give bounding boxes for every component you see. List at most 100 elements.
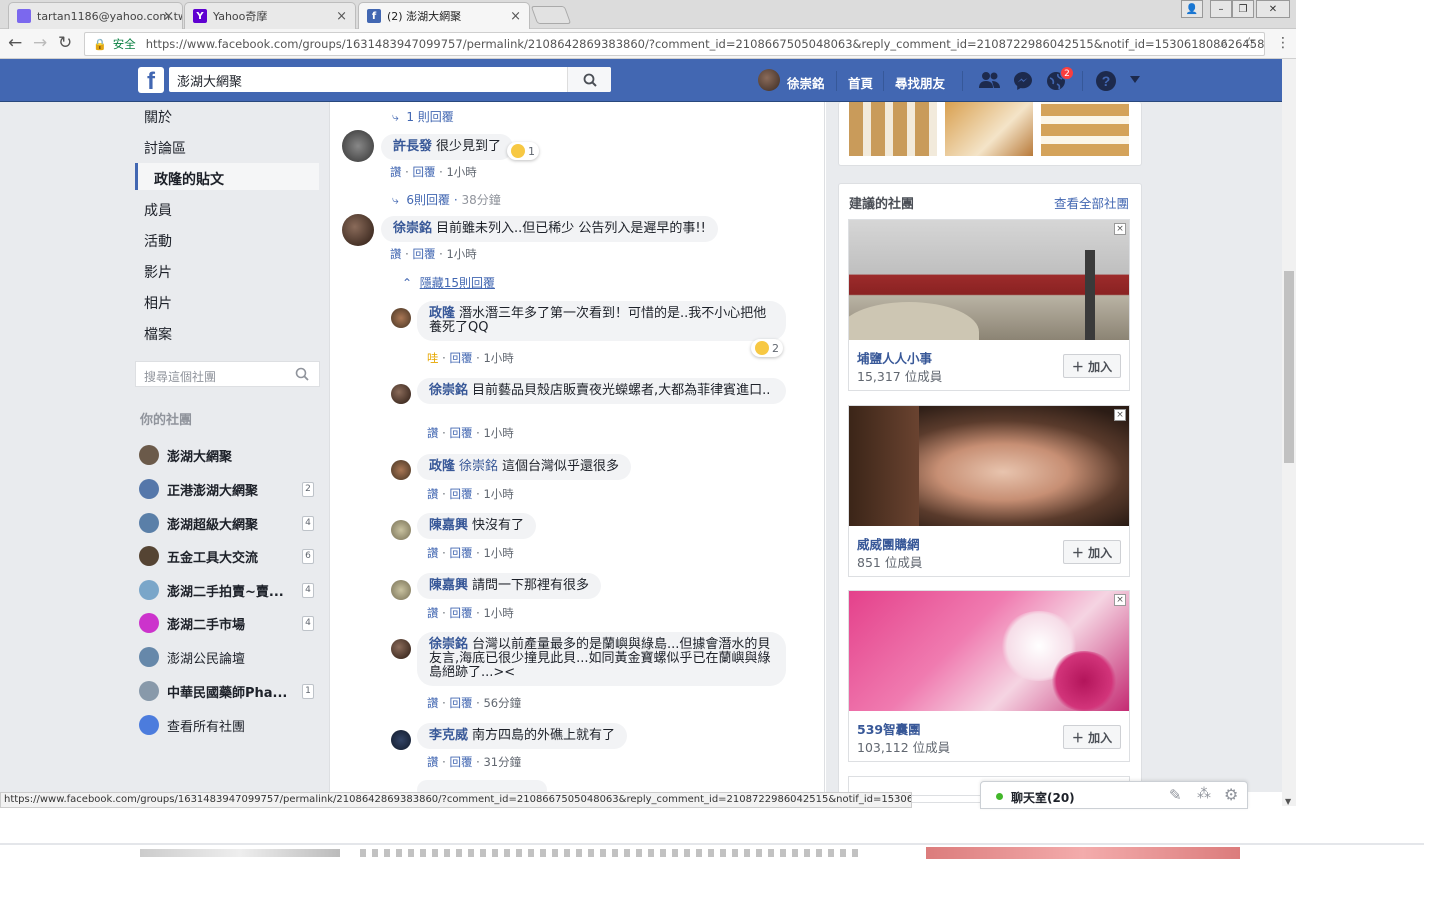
- help-icon[interactable]: ?: [1095, 70, 1117, 92]
- reply-link[interactable]: 回覆: [449, 426, 472, 440]
- reply-link[interactable]: 回覆: [412, 247, 435, 261]
- avatar[interactable]: [391, 460, 411, 480]
- find-friends-link[interactable]: 尋找朋友: [895, 73, 945, 92]
- group-link[interactable]: 澎湖超級大網聚 4: [139, 512, 319, 534]
- scrollbar-thumb[interactable]: [1284, 271, 1294, 463]
- like-link[interactable]: 讚: [390, 165, 402, 179]
- scroll-down-arrow-icon[interactable]: ▼: [1285, 797, 1291, 806]
- group-link[interactable]: 澎湖二手市場 4: [139, 612, 319, 634]
- nav-item-files[interactable]: 檔案: [144, 324, 172, 344]
- profile-button[interactable]: 👤: [1181, 0, 1203, 18]
- comment-time[interactable]: 1小時: [483, 606, 513, 620]
- restore-button[interactable]: ❐: [1232, 0, 1254, 18]
- add-people-icon[interactable]: ⁂: [1197, 786, 1211, 802]
- comment-time[interactable]: 1小時: [483, 546, 513, 560]
- zoom-icon[interactable]: ⌕: [1220, 35, 1228, 51]
- tagged-user[interactable]: 徐崇銘: [459, 459, 498, 474]
- group-search-input[interactable]: 搜尋這個社團: [135, 361, 320, 387]
- bookmark-star-icon[interactable]: ☆: [1243, 35, 1256, 51]
- comment-author[interactable]: 許長發: [393, 139, 432, 154]
- group-link[interactable]: 澎湖大網聚: [139, 444, 319, 466]
- nav-item-events[interactable]: 活動: [144, 231, 172, 251]
- nav-item-members[interactable]: 成員: [144, 200, 172, 220]
- browser-tab-mail[interactable]: tartan1186@yahoo.com.tw ×: [8, 2, 183, 29]
- nav-item-discussion[interactable]: 討論區: [144, 138, 186, 158]
- reply-link[interactable]: 回覆: [449, 755, 472, 769]
- group-link[interactable]: 五金工具大交流 6: [139, 545, 319, 567]
- messenger-icon[interactable]: [1012, 70, 1034, 92]
- group-cover-image[interactable]: [849, 406, 1129, 526]
- home-link[interactable]: 首頁: [848, 73, 873, 92]
- like-link[interactable]: 讚: [390, 247, 402, 261]
- photo-thumbnail[interactable]: [849, 102, 937, 156]
- chat-settings-gear-icon[interactable]: ⚙: [1224, 785, 1238, 804]
- close-tab-icon[interactable]: ×: [163, 9, 174, 24]
- comment-author[interactable]: 政隆: [429, 459, 455, 474]
- reload-icon[interactable]: ↻: [58, 33, 72, 53]
- comment-time[interactable]: 56分鐘: [483, 696, 521, 710]
- close-tab-icon[interactable]: ×: [510, 9, 521, 24]
- wow-link[interactable]: 哇: [427, 351, 439, 365]
- like-link[interactable]: 讚: [427, 696, 439, 710]
- browser-tab-facebook[interactable]: f (2) 澎湖大網聚 ×: [358, 2, 530, 29]
- like-link[interactable]: 讚: [427, 606, 439, 620]
- group-cover-image[interactable]: [849, 220, 1129, 340]
- avatar[interactable]: [391, 639, 411, 659]
- reply-link[interactable]: 回覆: [449, 546, 472, 560]
- nav-item-videos[interactable]: 影片: [144, 262, 172, 282]
- avatar[interactable]: [391, 520, 411, 540]
- comment-time[interactable]: 1小時: [483, 426, 513, 440]
- menu-dots-icon[interactable]: ⋮: [1276, 35, 1290, 51]
- new-message-icon[interactable]: ✎: [1169, 786, 1182, 804]
- search-button[interactable]: [567, 67, 611, 92]
- minimize-button[interactable]: –: [1210, 0, 1232, 18]
- reply-link[interactable]: 回覆: [449, 351, 472, 365]
- comment-time[interactable]: 1小時: [446, 247, 476, 261]
- reaction-count[interactable]: 2: [751, 339, 783, 357]
- photo-thumbnail[interactable]: [945, 102, 1033, 156]
- see-all-suggested-link[interactable]: 查看全部社團: [1054, 193, 1129, 212]
- browser-tab-yahoo[interactable]: Y Yahoo奇摩 ×: [184, 2, 356, 29]
- group-cover-image[interactable]: [849, 591, 1129, 711]
- back-icon[interactable]: ←: [8, 33, 22, 53]
- chat-sidebar-bar[interactable]: 聊天室(20) ✎ ⁂ ⚙: [980, 781, 1248, 809]
- photo-thumbnail[interactable]: [1041, 102, 1129, 156]
- see-all-groups-link[interactable]: 查看所有社團: [139, 714, 319, 736]
- friend-requests-icon[interactable]: [978, 71, 1002, 89]
- comment-author[interactable]: 政隆: [429, 306, 455, 321]
- avatar[interactable]: [391, 730, 411, 750]
- avatar[interactable]: [342, 130, 374, 162]
- group-link[interactable]: 澎湖二手拍賣~賣... 4: [139, 579, 319, 601]
- reply-link[interactable]: 回覆: [449, 606, 472, 620]
- avatar[interactable]: [391, 308, 411, 328]
- group-link[interactable]: 中華民國藥師Pha... 1: [139, 680, 319, 702]
- page-scrollbar[interactable]: ▼: [1282, 59, 1296, 806]
- forward-icon[interactable]: →: [33, 33, 47, 53]
- profile-avatar[interactable]: [758, 69, 780, 91]
- like-link[interactable]: 讚: [427, 426, 439, 440]
- avatar[interactable]: [391, 384, 411, 404]
- avatar[interactable]: [342, 214, 374, 246]
- group-link[interactable]: 澎湖公民論壇: [139, 646, 319, 668]
- reply-link[interactable]: 回覆: [412, 165, 435, 179]
- comment-time[interactable]: 1小時: [446, 165, 476, 179]
- close-tab-icon[interactable]: ×: [336, 9, 347, 24]
- comment-author[interactable]: 李克威: [429, 728, 468, 743]
- account-menu-chevron-down-icon[interactable]: [1129, 75, 1141, 85]
- join-group-button[interactable]: ＋ 加入: [1063, 354, 1121, 378]
- comment-time[interactable]: 1小時: [483, 487, 513, 501]
- dismiss-icon[interactable]: ×: [1114, 223, 1126, 235]
- comment-author[interactable]: 徐崇銘: [429, 383, 468, 398]
- reaction-count[interactable]: 1: [507, 142, 539, 160]
- dismiss-icon[interactable]: ×: [1114, 409, 1126, 421]
- hide-replies-link[interactable]: ⌃ 隱藏15則回覆: [402, 274, 495, 291]
- close-window-button[interactable]: ✕: [1256, 0, 1290, 18]
- like-link[interactable]: 讚: [427, 755, 439, 769]
- comment-time[interactable]: 31分鐘: [483, 755, 521, 769]
- avatar[interactable]: [391, 580, 411, 600]
- comment-author[interactable]: 陳嘉興: [429, 578, 468, 593]
- view-replies-link[interactable]: ⤷ 1 則回覆: [392, 108, 454, 125]
- comment-author[interactable]: 徐崇銘: [429, 637, 468, 652]
- profile-link[interactable]: 徐崇銘: [787, 73, 825, 92]
- dismiss-icon[interactable]: ×: [1114, 594, 1126, 606]
